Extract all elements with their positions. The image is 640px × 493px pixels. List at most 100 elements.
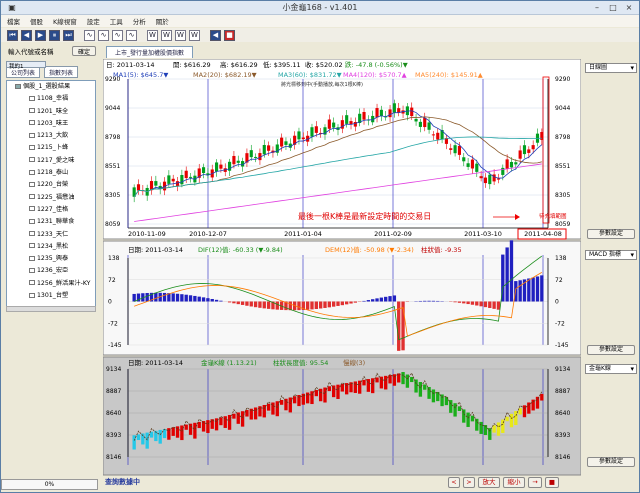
kd-dropdown[interactable]: 金龜K線 — [585, 364, 637, 374]
tree-item-label: 1301_台塑 — [37, 292, 69, 300]
osc-bar — [210, 298, 214, 302]
menu-stock[interactable]: 個股 — [30, 16, 43, 26]
price-settings-button[interactable]: 參數設定 — [587, 229, 635, 239]
kd-y-tick: 8393 — [106, 432, 121, 439]
tree-item-label: 1220_台榮 — [37, 181, 69, 189]
price-high: 高: $616.29 — [220, 60, 258, 69]
tree-item[interactable]: 1256_鮮活果汁-KY — [7, 278, 95, 290]
tree-item[interactable]: 1213_大飲 — [7, 130, 95, 142]
kd-y-tick: 8887 — [106, 388, 121, 395]
tree-item[interactable]: 1234_黑松 — [7, 241, 95, 253]
pause-icon[interactable]: ⏸ — [49, 29, 60, 41]
tree-root[interactable]: 個股_1_選股結果 — [7, 81, 95, 93]
osc-bar — [496, 301, 501, 310]
tree-item[interactable]: 1301_台塑 — [7, 290, 95, 302]
tree-item[interactable]: 1217_愛之味 — [7, 155, 95, 167]
menu-about[interactable]: 關於 — [156, 16, 169, 26]
zoom-in-button[interactable]: 放大 — [478, 476, 500, 488]
tree-item[interactable]: 1108_幸福 — [7, 93, 95, 105]
tab-index-list[interactable]: 指數列表 — [44, 66, 79, 78]
osc-bar — [305, 301, 310, 310]
osc-bar — [175, 293, 180, 302]
close-icon[interactable]: × — [621, 2, 637, 13]
macd-dropdown[interactable]: MACD 指標 — [585, 250, 637, 260]
zoom-out-button[interactable]: 縮小 — [503, 476, 525, 488]
tree-scrollbar[interactable] — [6, 306, 96, 312]
kd-bar — [232, 413, 236, 419]
candle — [453, 145, 457, 154]
tree-item[interactable]: 1203_味王 — [7, 118, 95, 130]
main-window: ▣ 小金龜168 - v1.401 – □ × 檔案 個股 K線視窗 設定 工具… — [0, 0, 640, 493]
maximize-icon[interactable]: □ — [605, 2, 621, 13]
kd-settings-button[interactable]: 參數設定 — [587, 457, 635, 467]
price-type-dropdown[interactable]: 日線圖 — [585, 63, 637, 73]
kd-bar — [358, 380, 362, 394]
minimize-icon[interactable]: – — [589, 2, 605, 13]
stop-button[interactable]: ■ — [545, 476, 559, 488]
stock-tree: 個股_1_選股結果 1108_幸福 1201_味全 1203_味王 1213_大飲 121… — [6, 80, 96, 312]
confirm-button[interactable]: 確定 — [72, 46, 96, 56]
macd-settings-button[interactable]: 參數設定 — [587, 345, 635, 355]
kd-date: 日期: 2011-03-14 — [128, 359, 183, 367]
candle — [180, 175, 184, 185]
subtab-mine[interactable]: 我的1_ — [6, 61, 46, 70]
stock-icon — [29, 95, 35, 101]
osc-bar — [492, 301, 496, 309]
play-first-icon[interactable]: ⏮ — [7, 29, 18, 41]
tree-item[interactable]: 1225_福懋油 — [7, 192, 95, 204]
osc-bar — [436, 300, 440, 302]
kd-bar — [240, 411, 245, 427]
menu-file[interactable]: 檔案 — [7, 16, 20, 26]
menu-kline[interactable]: K線視窗 — [53, 16, 77, 26]
candle — [388, 109, 392, 118]
tree-item[interactable]: 1236_宏亞 — [7, 265, 95, 277]
y-tick-right: 8551 — [555, 163, 570, 170]
kd-bar — [410, 377, 414, 383]
wave1-icon[interactable]: ∿ — [84, 29, 95, 41]
y-tick-left: 8798 — [105, 134, 120, 141]
wave7-icon[interactable]: W — [175, 29, 186, 41]
forward-button[interactable]: → — [528, 476, 542, 488]
kd-bar — [206, 420, 210, 433]
osc-bar — [488, 301, 492, 308]
tree-item[interactable]: 1215_卜蜂 — [7, 142, 95, 154]
tree-item[interactable]: 1227_佳格 — [7, 204, 95, 216]
wave2-icon[interactable]: ∿ — [98, 29, 109, 41]
back-icon[interactable]: ◀ — [210, 29, 221, 41]
stock-icon — [29, 194, 35, 200]
stock-icon — [29, 218, 35, 224]
menu-tools[interactable]: 工具 — [110, 16, 123, 26]
candle — [427, 122, 431, 130]
wave5-icon[interactable]: W — [147, 29, 158, 41]
osc-bar — [505, 247, 509, 302]
scroll-left-button[interactable]: < — [448, 476, 460, 488]
candle — [505, 159, 509, 169]
stop-icon[interactable]: ■ — [224, 29, 235, 41]
osc-bar — [318, 301, 323, 309]
osc-bar — [518, 280, 522, 302]
tree-item[interactable]: 1233_天仁 — [7, 229, 95, 241]
menu-settings[interactable]: 設定 — [87, 16, 100, 26]
candle — [201, 167, 206, 174]
play-icon[interactable]: ▶ — [35, 29, 46, 41]
kd-bar — [535, 396, 540, 409]
tab-index-chart[interactable]: 上市_發行量加權股價指數 — [106, 46, 194, 58]
tree-item[interactable]: 1220_台榮 — [7, 179, 95, 191]
wave6-icon[interactable]: W — [161, 29, 172, 41]
tree-item[interactable]: 1218_泰山 — [7, 167, 95, 179]
osc-bar — [470, 301, 475, 305]
wave3-icon[interactable]: ∿ — [112, 29, 123, 41]
play-prev-icon[interactable]: ◀ — [21, 29, 32, 41]
tree-item[interactable]: 1235_興泰 — [7, 253, 95, 265]
wave4-icon[interactable]: ∿ — [126, 29, 137, 41]
tree-item[interactable]: 1231_聯華食 — [7, 216, 95, 228]
wave8-icon[interactable]: W — [189, 29, 200, 41]
scroll-right-button[interactable]: > — [463, 476, 475, 488]
osc-bar — [249, 301, 253, 307]
candle — [362, 111, 366, 120]
osc-bar — [162, 292, 167, 302]
menu-analysis[interactable]: 分析 — [133, 16, 146, 26]
candle — [418, 121, 422, 127]
tree-item[interactable]: 1201_味全 — [7, 106, 95, 118]
play-next-icon[interactable]: ⏭ — [63, 29, 74, 41]
